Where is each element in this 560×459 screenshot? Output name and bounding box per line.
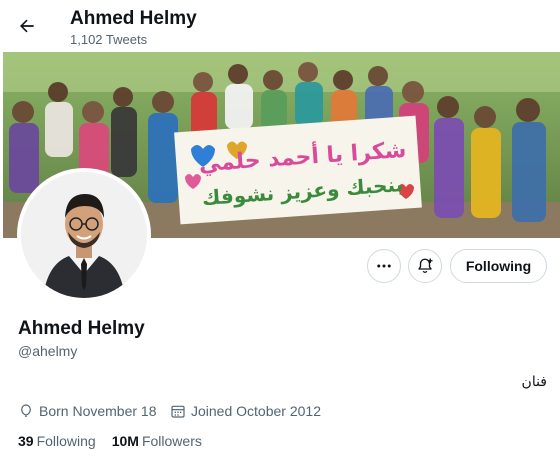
followers-count: 10M [111, 433, 139, 449]
profile-bio: فنان [521, 374, 547, 390]
ellipsis-icon [377, 264, 391, 268]
tweet-count: 1,102 Tweets [70, 32, 148, 47]
following-count: 39 [18, 433, 34, 449]
back-button[interactable] [13, 12, 41, 40]
calendar-icon [171, 405, 185, 418]
profile-avatar[interactable] [17, 168, 151, 302]
avatar-image [21, 172, 147, 298]
profile-handle: @ahelmy [18, 343, 78, 359]
birthday-info: Born November 18 [18, 403, 157, 419]
joined-info: Joined October 2012 [170, 403, 321, 419]
bell-plus-icon [418, 258, 433, 274]
header-title: Ahmed Helmy [70, 8, 197, 29]
following-label: Following [36, 433, 96, 449]
more-options-button[interactable] [367, 249, 401, 283]
balloon-icon [21, 404, 31, 417]
arrow-left-icon [20, 19, 34, 33]
joined-text: Joined October 2012 [191, 403, 321, 419]
following-count-link[interactable]: 39 Following [18, 433, 96, 449]
born-text: Born November 18 [39, 403, 157, 419]
followers-count-link[interactable]: 10M Followers [112, 433, 202, 449]
notifications-button[interactable] [408, 249, 442, 283]
followers-label: Followers [141, 433, 202, 449]
profile-header: Ahmed Helmy 1,102 Tweets [0, 0, 560, 52]
follow-stats: 39 Following 10M Followers [18, 433, 218, 449]
following-button[interactable]: Following [450, 249, 547, 283]
profile-name: Ahmed Helmy [18, 318, 145, 339]
